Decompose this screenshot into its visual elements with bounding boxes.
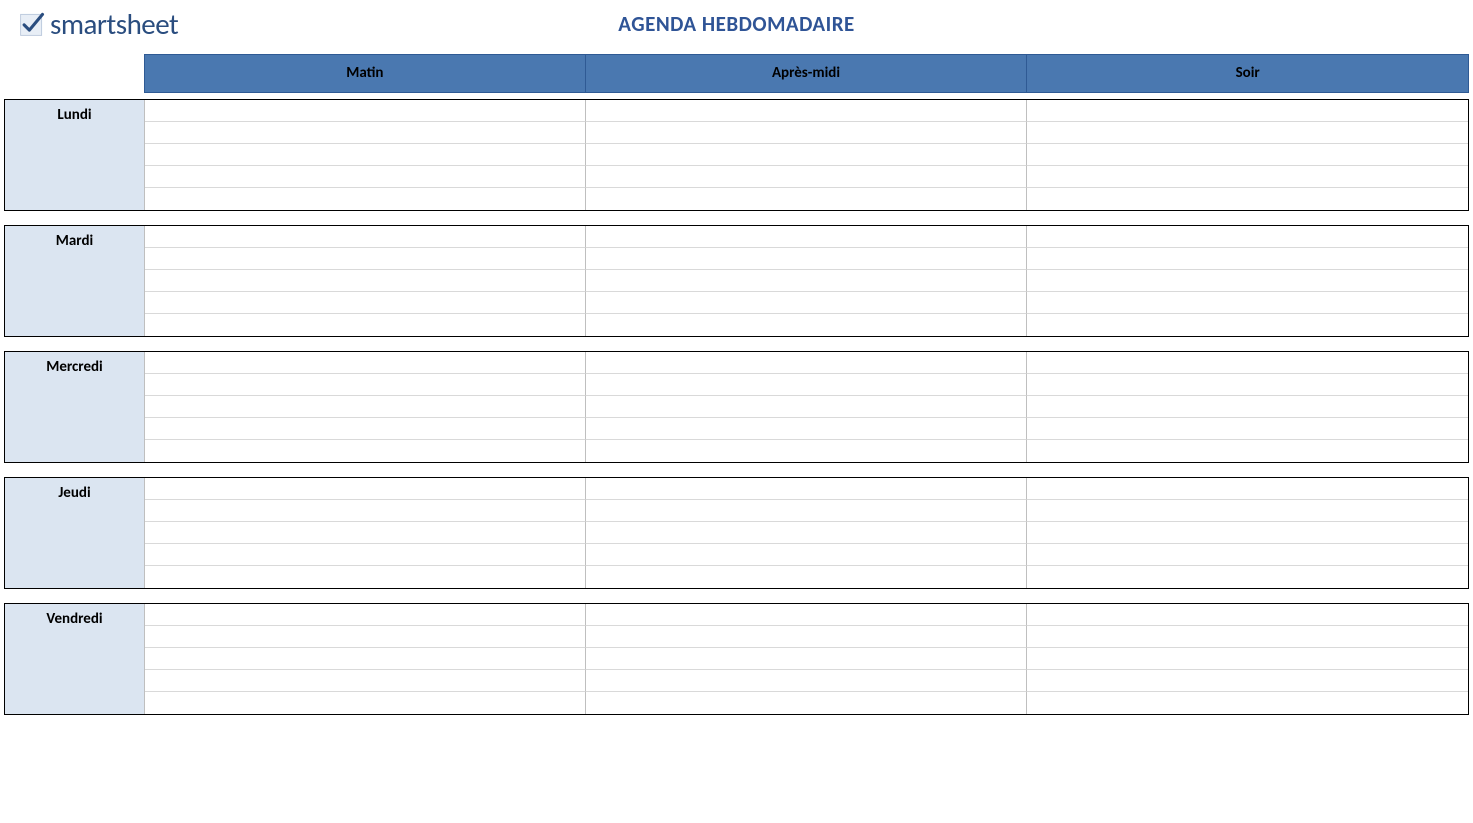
agenda-cell[interactable]: [1027, 100, 1468, 122]
agenda-cell[interactable]: [145, 670, 586, 692]
agenda-cell[interactable]: [1027, 648, 1468, 670]
agenda-cell[interactable]: [586, 226, 1027, 248]
agenda-cell[interactable]: [1027, 166, 1468, 188]
agenda-cell[interactable]: [145, 226, 586, 248]
agenda-cell[interactable]: [586, 440, 1027, 462]
agenda-cell[interactable]: [145, 544, 586, 566]
agenda-cell[interactable]: [145, 100, 586, 122]
agenda-cell[interactable]: [586, 648, 1027, 670]
agenda-cell[interactable]: [586, 522, 1027, 544]
agenda-cell[interactable]: [586, 500, 1027, 522]
agenda-cell[interactable]: [145, 626, 586, 648]
agenda-cell[interactable]: [145, 604, 586, 626]
page-header: smartsheet AGENDA HEBDOMADAIRE: [0, 0, 1473, 54]
day-label: Mardi: [5, 226, 145, 336]
agenda-cell[interactable]: [145, 522, 586, 544]
brand-name: smartsheet: [50, 6, 178, 42]
agenda-cell[interactable]: [145, 144, 586, 166]
agenda-cell[interactable]: [586, 292, 1027, 314]
agenda-cell[interactable]: [586, 270, 1027, 292]
agenda-cell[interactable]: [586, 314, 1027, 336]
agenda-cell[interactable]: [1027, 396, 1468, 418]
agenda-cell[interactable]: [1027, 566, 1468, 588]
agenda-cell[interactable]: [586, 544, 1027, 566]
agenda-cell[interactable]: [1027, 500, 1468, 522]
column-header-row: Matin Après-midi Soir: [4, 54, 1469, 93]
agenda-cell[interactable]: [145, 374, 586, 396]
agenda-cell[interactable]: [586, 692, 1027, 714]
brand-logo: smartsheet: [18, 6, 178, 42]
day-block: Jeudi: [4, 477, 1469, 589]
agenda-cell[interactable]: [586, 248, 1027, 270]
agenda-cell[interactable]: [145, 566, 586, 588]
agenda-cell[interactable]: [1027, 374, 1468, 396]
agenda-cell[interactable]: [1027, 270, 1468, 292]
agenda-cell[interactable]: [586, 604, 1027, 626]
agenda-cell[interactable]: [586, 478, 1027, 500]
day-block: Mardi: [4, 225, 1469, 337]
agenda-cell[interactable]: [586, 166, 1027, 188]
agenda-cell[interactable]: [145, 478, 586, 500]
col-header-soir: Soir: [1027, 54, 1469, 93]
agenda-cell[interactable]: [145, 352, 586, 374]
agenda-cell[interactable]: [586, 374, 1027, 396]
agenda-cell[interactable]: [145, 292, 586, 314]
agenda-cell[interactable]: [586, 188, 1027, 210]
agenda-cell[interactable]: [1027, 544, 1468, 566]
day-block: Lundi: [4, 99, 1469, 211]
agenda-cell[interactable]: [1027, 418, 1468, 440]
agenda-cell[interactable]: [1027, 188, 1468, 210]
day-label: Mercredi: [5, 352, 145, 462]
agenda-cell[interactable]: [1027, 122, 1468, 144]
checkmark-icon: [18, 10, 46, 38]
agenda-cell[interactable]: [145, 122, 586, 144]
agenda-cell[interactable]: [145, 648, 586, 670]
agenda-cell[interactable]: [145, 418, 586, 440]
agenda-cell[interactable]: [1027, 522, 1468, 544]
agenda-cell[interactable]: [1027, 478, 1468, 500]
agenda-cell[interactable]: [586, 122, 1027, 144]
agenda-cell[interactable]: [586, 418, 1027, 440]
agenda-cell[interactable]: [1027, 604, 1468, 626]
day-label: Vendredi: [5, 604, 145, 714]
day-block: Mercredi: [4, 351, 1469, 463]
agenda-cell[interactable]: [586, 670, 1027, 692]
agenda-cell[interactable]: [145, 440, 586, 462]
agenda-cell[interactable]: [145, 270, 586, 292]
agenda-cell[interactable]: [1027, 226, 1468, 248]
agenda-cell[interactable]: [586, 100, 1027, 122]
agenda-cell[interactable]: [1027, 314, 1468, 336]
page-title: AGENDA HEBDOMADAIRE: [618, 11, 855, 37]
agenda-cell[interactable]: [145, 500, 586, 522]
agenda-cell[interactable]: [145, 396, 586, 418]
agenda-cell[interactable]: [145, 248, 586, 270]
agenda-cell[interactable]: [145, 314, 586, 336]
agenda-cell[interactable]: [1027, 440, 1468, 462]
agenda-cell[interactable]: [586, 396, 1027, 418]
header-spacer: [4, 54, 144, 93]
day-label: Jeudi: [5, 478, 145, 588]
agenda-sheet: Matin Après-midi Soir Lundi Mardi Mercredi…: [0, 54, 1473, 715]
agenda-cell[interactable]: [1027, 692, 1468, 714]
agenda-cell[interactable]: [145, 188, 586, 210]
agenda-cell[interactable]: [1027, 352, 1468, 374]
day-block: Vendredi: [4, 603, 1469, 715]
col-header-matin: Matin: [144, 54, 586, 93]
agenda-cell[interactable]: [586, 626, 1027, 648]
agenda-cell[interactable]: [145, 692, 586, 714]
agenda-cell[interactable]: [1027, 670, 1468, 692]
agenda-cell[interactable]: [145, 166, 586, 188]
day-label: Lundi: [5, 100, 145, 210]
agenda-cell[interactable]: [586, 144, 1027, 166]
agenda-cell[interactable]: [586, 352, 1027, 374]
agenda-cell[interactable]: [1027, 248, 1468, 270]
agenda-cell[interactable]: [1027, 626, 1468, 648]
agenda-cell[interactable]: [586, 566, 1027, 588]
agenda-cell[interactable]: [1027, 144, 1468, 166]
agenda-cell[interactable]: [1027, 292, 1468, 314]
col-header-apresmidi: Après-midi: [586, 54, 1028, 93]
